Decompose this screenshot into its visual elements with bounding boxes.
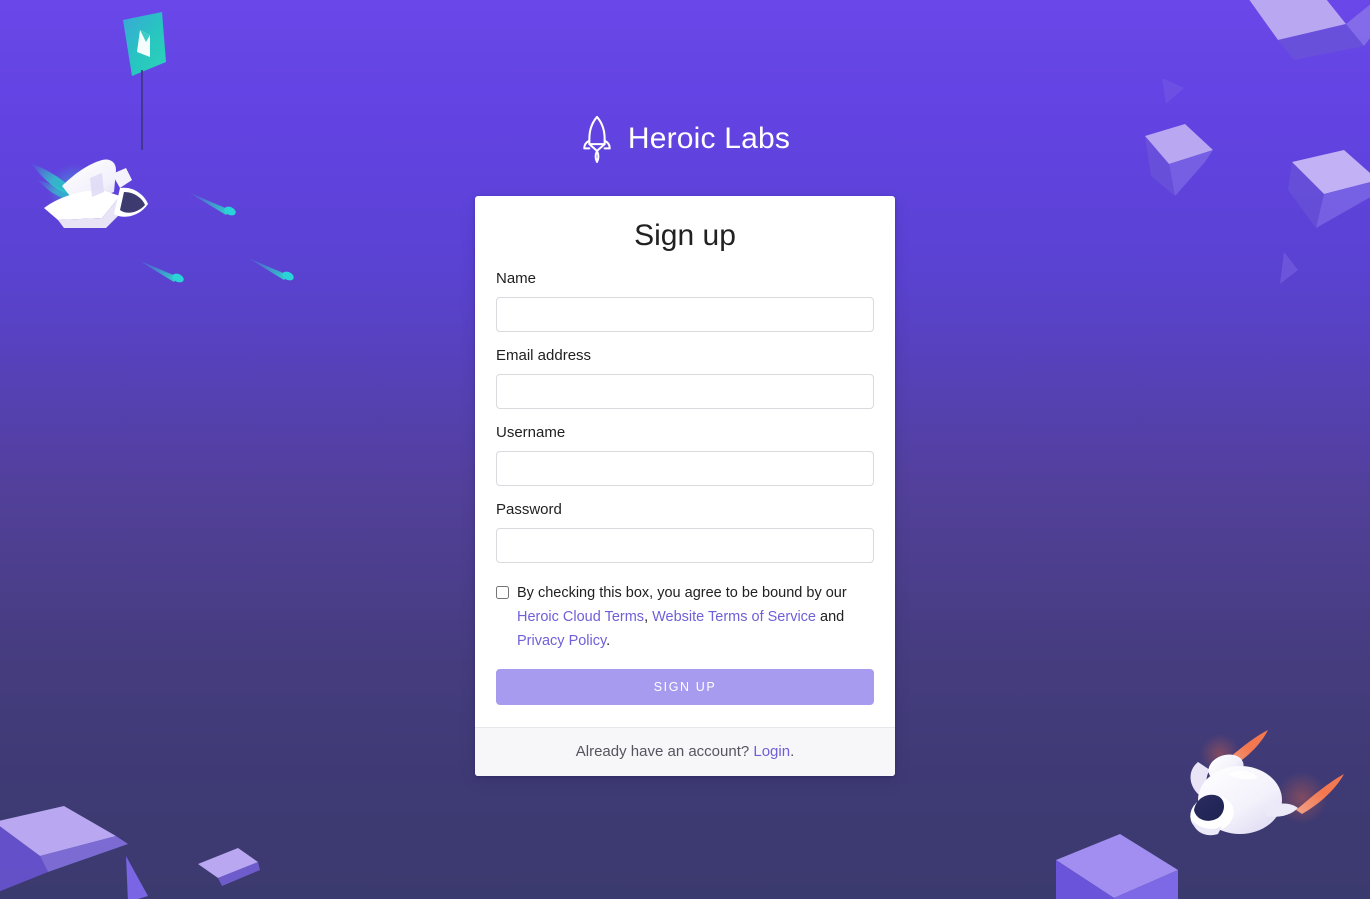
username-input[interactable] <box>496 451 874 486</box>
heroic-cloud-terms-link[interactable]: Heroic Cloud Terms <box>517 609 644 625</box>
brand-name: Heroic Labs <box>627 122 791 155</box>
isometric-slab-icon <box>198 848 260 886</box>
signup-form: Sign up Name Email address Username Pass… <box>475 196 895 727</box>
sign-up-button[interactable]: Sign up <box>496 669 874 705</box>
website-terms-link[interactable]: Website Terms of Service <box>652 609 816 625</box>
name-input[interactable] <box>496 297 874 332</box>
terms-sep-1: , <box>644 609 653 625</box>
name-label: Name <box>496 270 537 287</box>
email-input[interactable] <box>496 374 874 409</box>
terms-text: By checking this box, you agree to be bo… <box>517 581 874 653</box>
terms-prefix: By checking this box, you agree to be bo… <box>517 585 847 601</box>
password-input[interactable] <box>496 528 874 563</box>
isometric-slab-icon <box>126 856 148 899</box>
username-label: Username <box>496 424 566 441</box>
card-footer: Already have an account? Login. <box>475 727 895 776</box>
rocket-icon <box>583 115 611 163</box>
terms-agreement: By checking this box, you agree to be bo… <box>496 581 874 653</box>
brand: Heroic Labs <box>580 108 790 170</box>
footer-suffix: . <box>790 743 795 760</box>
email-label: Email address <box>496 347 592 364</box>
password-label: Password <box>496 501 562 518</box>
field-password: Password <box>496 501 874 563</box>
footer-text: Already have an account? <box>575 743 754 760</box>
isometric-slab-icon <box>0 806 128 892</box>
field-name: Name <box>496 270 874 332</box>
terms-sep-2: and <box>815 609 845 625</box>
login-link[interactable]: Login <box>753 743 790 760</box>
page-title: Sign up <box>634 219 736 252</box>
field-username: Username <box>496 424 874 486</box>
signup-card: Sign up Name Email address Username Pass… <box>475 196 895 776</box>
signup-page: Heroic Labs Sign up Name Email address U… <box>0 0 1370 776</box>
isometric-cube-icon <box>1056 834 1178 899</box>
field-email: Email address <box>496 347 874 409</box>
terms-checkbox[interactable] <box>496 586 509 599</box>
privacy-policy-link[interactable]: Privacy Policy <box>517 633 606 649</box>
terms-suffix: . <box>606 633 611 649</box>
